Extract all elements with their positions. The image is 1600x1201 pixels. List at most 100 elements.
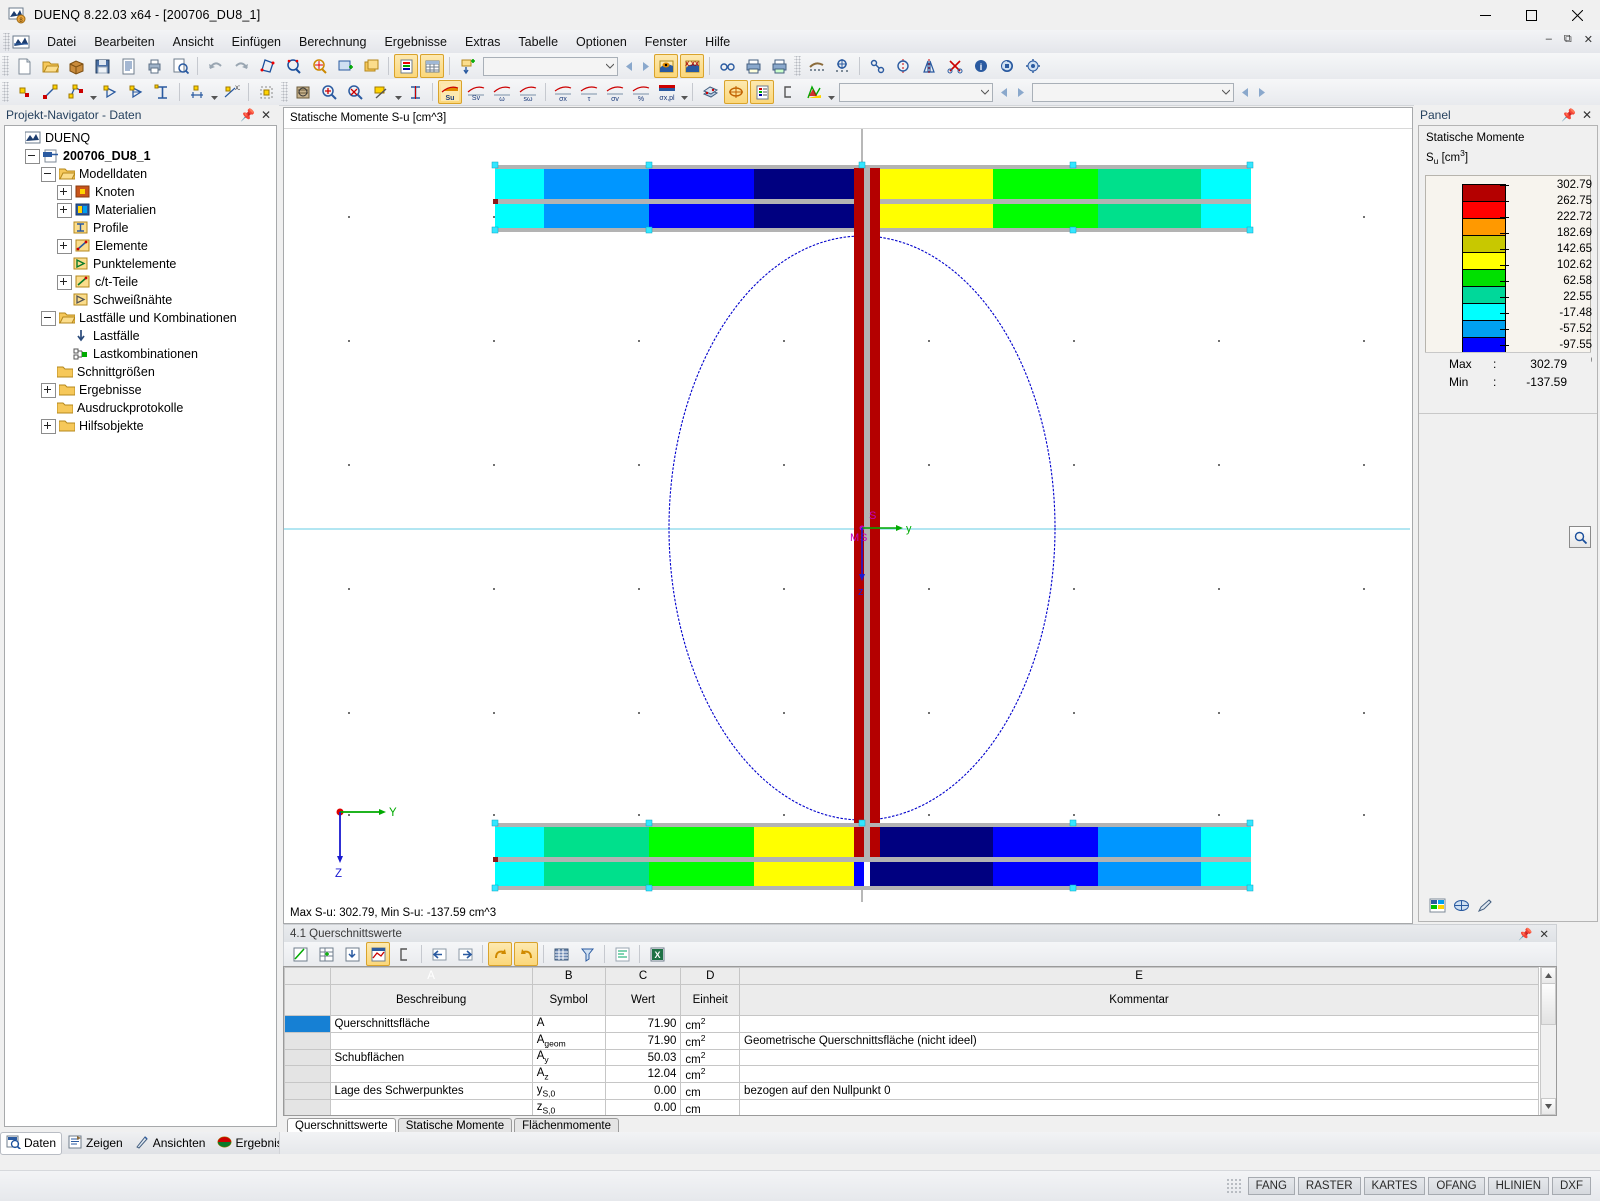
scroll-up-icon[interactable] <box>1541 967 1556 984</box>
menu-item-ergebnisse[interactable]: Ergebnisse <box>375 33 456 51</box>
row-header[interactable] <box>284 1048 331 1067</box>
values-xxx-icon[interactable]: X.XX <box>680 54 704 78</box>
close-icon[interactable]: ✕ <box>261 108 271 122</box>
display-factor-icon[interactable] <box>1453 898 1470 916</box>
menu-item-datei[interactable]: Datei <box>38 33 85 51</box>
table-row[interactable]: Lage des Schwerpunktes yS,0 0.00 cm bezogen … <box>284 1082 1539 1101</box>
expand-icon[interactable] <box>57 238 72 254</box>
row-header[interactable] <box>284 1065 331 1084</box>
menu-item-tabelle[interactable]: Tabelle <box>509 33 567 51</box>
status-toggle-buttons[interactable]: FANG RASTER KARTES OFANG HLINIEN DXF <box>1247 1177 1600 1195</box>
status-button-dxf[interactable]: DXF <box>1552 1177 1591 1195</box>
row-header[interactable] <box>284 1031 331 1050</box>
line-icon[interactable] <box>38 80 62 104</box>
add-element-icon[interactable] <box>455 54 479 78</box>
legend-swatch-0[interactable] <box>1462 184 1506 202</box>
cell-beschreibung[interactable] <box>329 1099 533 1115</box>
mdi-restore-icon[interactable]: ⧉ <box>1561 33 1575 46</box>
status-button-ofang[interactable]: OFANG <box>1428 1177 1485 1195</box>
scissors-icon[interactable] <box>943 54 967 78</box>
menu-item-optionen[interactable]: Optionen <box>567 33 636 51</box>
import-icon[interactable] <box>340 942 364 966</box>
cell-einheit[interactable]: cm2 <box>680 1048 741 1067</box>
cell-wert[interactable]: 71.90 <box>604 1015 682 1033</box>
mesh-blue-icon[interactable] <box>830 54 854 78</box>
tree-item-ergebnisse[interactable]: Ergebnisse <box>5 381 276 399</box>
s-omega-icon[interactable]: sω <box>516 80 540 104</box>
column-header-b[interactable]: B <box>531 967 606 985</box>
tree-item-200706-du8-1[interactable]: 200706_DU8_1 <box>5 147 276 165</box>
result-next-2[interactable] <box>1253 82 1269 102</box>
table-row[interactable]: zS,0 0.00 cm <box>284 1099 1539 1115</box>
legend-swatch-5[interactable] <box>1462 269 1506 287</box>
toolbar-grip[interactable] <box>794 56 801 76</box>
result-combo-1[interactable] <box>839 82 993 102</box>
zoom-target-icon[interactable] <box>307 54 331 78</box>
cell-einheit[interactable]: cm <box>680 1082 741 1101</box>
column-header-e[interactable]: E <box>739 967 1539 985</box>
toolbar-grip[interactable] <box>281 82 288 102</box>
menu-grip[interactable] <box>3 32 10 51</box>
table-row[interactable]: Querschnittsfläche A 71.90 cm2 <box>284 1015 1539 1033</box>
sigma-v-icon[interactable]: σv <box>603 80 627 104</box>
collapse-icon[interactable] <box>41 310 56 326</box>
table-row[interactable]: Az 12.04 cm2 <box>284 1065 1539 1084</box>
zoom-point-icon[interactable] <box>281 54 305 78</box>
cell-wert[interactable]: 12.04 <box>604 1065 682 1084</box>
edit-table-icon[interactable] <box>288 942 312 966</box>
cell-kommentar[interactable] <box>739 1065 1539 1084</box>
pen-icon[interactable] <box>1477 898 1494 916</box>
close-icon[interactable]: ✕ <box>1582 108 1592 122</box>
grid-point-icon[interactable] <box>254 80 278 104</box>
row-header[interactable] <box>284 1082 331 1101</box>
table-list-icon[interactable] <box>394 54 418 78</box>
menu-item-hilfe[interactable]: Hilfe <box>696 33 739 51</box>
sigma-xpl-icon[interactable]: σx,pl <box>655 80 679 104</box>
menu-item-extras[interactable]: Extras <box>456 33 509 51</box>
cell-wert[interactable]: 71.90 <box>604 1031 682 1050</box>
mesh-icon[interactable] <box>804 54 828 78</box>
new-view-icon[interactable] <box>333 54 357 78</box>
nav-mode-tab-zeigen[interactable]: Zeigen <box>62 1132 129 1155</box>
result-prev-1[interactable] <box>996 82 1012 102</box>
chevron-down-icon[interactable] <box>394 81 402 104</box>
cell-symbol[interactable]: Ay <box>531 1048 606 1067</box>
legend-icon[interactable] <box>750 80 774 104</box>
expand-icon[interactable] <box>41 418 56 434</box>
cell-kommentar[interactable] <box>739 1048 1539 1067</box>
print-preview-icon[interactable] <box>168 54 192 78</box>
su-icon[interactable]: Su <box>438 80 462 104</box>
status-button-raster[interactable]: RASTER <box>1297 1177 1361 1195</box>
tree-item-knoten[interactable]: Knoten <box>5 183 276 201</box>
prev-case-button[interactable] <box>621 56 637 76</box>
tree-item-elemente[interactable]: Elemente <box>5 237 276 255</box>
link-icon[interactable] <box>865 54 889 78</box>
color-table-icon[interactable] <box>1429 898 1446 916</box>
row-header[interactable] <box>284 1015 331 1033</box>
next-table-icon[interactable] <box>453 942 477 966</box>
percent-icon[interactable]: % <box>629 80 653 104</box>
print-report-icon[interactable] <box>116 54 140 78</box>
tree-item-duenq[interactable]: DUENQ <box>5 129 276 147</box>
chevron-down-icon[interactable] <box>89 81 97 104</box>
tree-item-hilfsobjekte[interactable]: Hilfsobjekte <box>5 417 276 435</box>
minimize-button[interactable] <box>1462 0 1508 30</box>
nav-mode-tab-daten[interactable]: Daten <box>0 1131 63 1155</box>
layers-icon[interactable] <box>698 80 722 104</box>
next-case-button[interactable] <box>637 56 653 76</box>
rotate-icon[interactable] <box>995 54 1019 78</box>
legend-swatch-4[interactable] <box>1462 252 1506 270</box>
menu-item-fenster[interactable]: Fenster <box>636 33 696 51</box>
cell-kommentar[interactable]: bezogen auf den Nullpunkt 0 <box>739 1082 1539 1101</box>
dimension-icon[interactable] <box>185 80 209 104</box>
tau-icon[interactable]: τ <box>577 80 601 104</box>
new-file-icon[interactable] <box>12 54 36 78</box>
undo-icon[interactable] <box>203 54 227 78</box>
tree-item-materialien[interactable]: Materialien <box>5 201 276 219</box>
table-grid-icon[interactable] <box>420 54 444 78</box>
polygon-icon[interactable] <box>64 80 88 104</box>
element-icon[interactable] <box>98 80 122 104</box>
tree-item-punktelemente[interactable]: Punktelemente <box>5 255 276 273</box>
cell-symbol[interactable]: Ageom <box>531 1031 606 1050</box>
table-vertical-scrollbar[interactable] <box>1540 967 1556 1115</box>
